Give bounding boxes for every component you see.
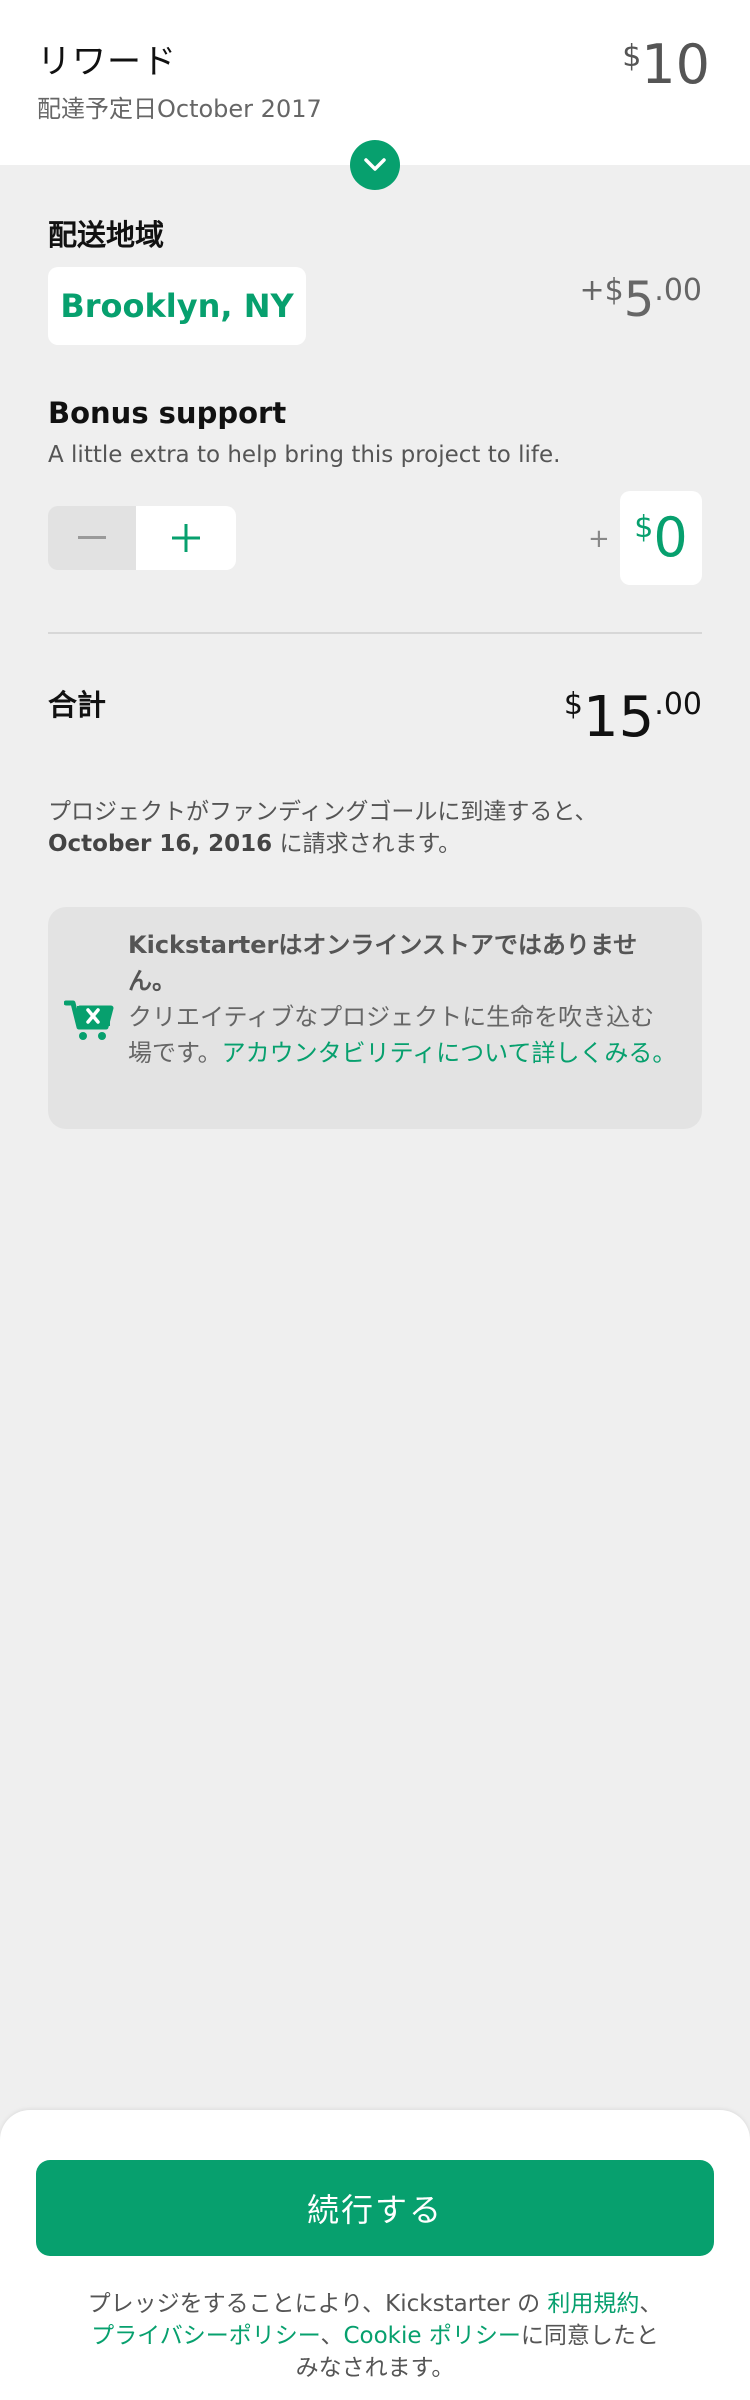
- legal-text: プレッジをすることにより、Kickstarter の 利用規約、プライバシーポリ…: [80, 2288, 670, 2384]
- shipping-price: +$5.00: [579, 273, 703, 325]
- legal-sep2: 、: [320, 2323, 344, 2349]
- chevron-down-icon: [364, 158, 386, 171]
- cookie-policy-link[interactable]: Cookie ポリシー: [343, 2323, 520, 2349]
- bonus-stepper: [48, 506, 236, 570]
- decrease-button[interactable]: [48, 506, 136, 570]
- charge-note-line2: に請求されます。: [272, 831, 462, 857]
- divider: [48, 632, 702, 634]
- terms-link[interactable]: 利用規約: [547, 2291, 639, 2317]
- minus-icon: [78, 536, 106, 539]
- total-cents: .00: [654, 687, 702, 722]
- legal-prefix: プレッジをすることにより、Kickstarter の: [87, 2291, 548, 2317]
- shipping-price-cents: .00: [654, 273, 702, 308]
- reward-price-currency: $: [622, 39, 642, 74]
- privacy-policy-link[interactable]: プライバシーポリシー: [91, 2323, 320, 2349]
- reward-title: リワード: [37, 42, 177, 82]
- info-title: Kickstarterはオンラインストアではありません。: [128, 931, 638, 995]
- shipping-price-prefix: +$: [579, 273, 624, 308]
- reward-price-amount: 10: [641, 33, 710, 96]
- shipping-location-selector[interactable]: Brooklyn, NY: [48, 267, 306, 345]
- accountability-info-box: Kickstarterはオンラインストアではありません。 クリエイティブなプロジ…: [48, 907, 702, 1129]
- bonus-support-description: A little extra to help bring this projec…: [48, 442, 561, 468]
- total-value: 15: [583, 685, 655, 750]
- total-amount: $15.00: [564, 690, 702, 746]
- plus-icon: [172, 524, 200, 552]
- bonus-amount-value: 0: [653, 506, 688, 569]
- increase-button[interactable]: [136, 506, 236, 570]
- cart-x-icon: [64, 1000, 114, 1040]
- shipping-location-text: Brooklyn, NY: [60, 287, 294, 325]
- legal-sep1: 、: [639, 2291, 663, 2317]
- continue-button[interactable]: 続行する: [36, 2160, 714, 2256]
- bonus-plus-sign: +: [588, 524, 610, 554]
- expand-reward-button[interactable]: [350, 140, 400, 190]
- total-currency: $: [563, 687, 584, 722]
- pledge-footer: 続行する プレッジをすることにより、Kickstarter の 利用規約、プライ…: [0, 2110, 750, 2400]
- reward-delivery-date: 配達予定日October 2017: [37, 95, 322, 123]
- bonus-support-label: Bonus support: [48, 396, 287, 430]
- total-label: 合計: [48, 688, 107, 722]
- charge-note-line1: プロジェクトがファンディングゴールに到達すると、: [48, 799, 598, 825]
- info-text: Kickstarterはオンラインストアではありません。 クリエイティブなプロジ…: [128, 927, 678, 1071]
- shipping-price-amount: 5: [623, 272, 655, 328]
- accountability-link[interactable]: アカウンタビリティについて詳しくみる。: [222, 1039, 677, 1067]
- charge-date: October 16, 2016: [48, 831, 273, 857]
- reward-price: $10: [622, 38, 710, 92]
- shipping-label: 配送地域: [48, 218, 165, 252]
- charge-note: プロジェクトがファンディングゴールに到達すると、 October 16, 201…: [48, 796, 702, 860]
- bonus-amount-input[interactable]: $0: [620, 491, 702, 585]
- bonus-currency: $: [634, 510, 654, 545]
